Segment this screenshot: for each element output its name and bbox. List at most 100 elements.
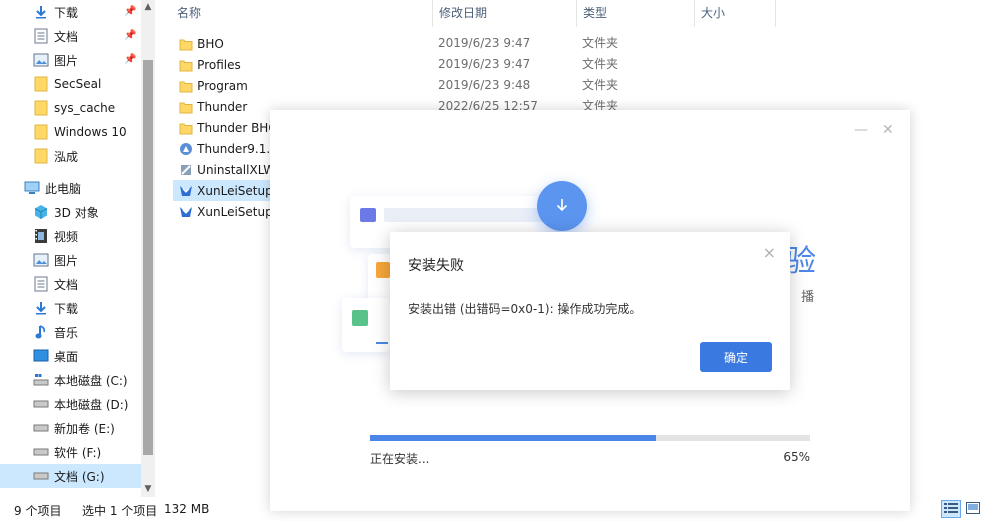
file-row[interactable]: Thunder bbox=[173, 96, 273, 117]
file-modified: 2019/6/23 9:47 bbox=[438, 36, 531, 50]
nav-item-secseal[interactable]: SecSeal bbox=[33, 72, 141, 96]
file-row[interactable]: XunLeiSetup bbox=[173, 201, 273, 222]
desktop-icon bbox=[33, 348, 49, 364]
file-row[interactable]: BHO bbox=[173, 33, 273, 54]
file-row[interactable]: XunLeiSetup bbox=[173, 180, 273, 201]
details-view-icon bbox=[944, 502, 958, 517]
column-name-label: 名称 bbox=[177, 6, 202, 20]
nav-item-label: 视频 bbox=[54, 229, 79, 244]
thunder-app-icon bbox=[178, 141, 193, 157]
install-progress-percent: 65% bbox=[783, 450, 810, 464]
file-name: Thunder9.1.2 bbox=[197, 141, 273, 156]
file-row[interactable]: UninstallXLW bbox=[173, 159, 273, 180]
install-failed-dialog: 安装失败 × 安装出错 (出错码=0x0-1): 操作成功完成。 确定 bbox=[390, 232, 790, 390]
promo-headline: 验 bbox=[786, 244, 816, 279]
scroll-up-arrow-icon[interactable]: ▲ bbox=[141, 0, 155, 14]
file-row[interactable]: Program bbox=[173, 75, 273, 96]
down-arrow-icon bbox=[555, 198, 569, 215]
selection-count: 选中 1 个项目 bbox=[82, 504, 158, 518]
nav-item-desktop[interactable]: 桌面 bbox=[33, 344, 141, 368]
image-card-icon bbox=[352, 310, 368, 326]
folder-icon bbox=[178, 57, 193, 73]
folder-icon bbox=[178, 99, 193, 115]
nav-item-label: 此电脑 bbox=[45, 181, 82, 196]
ok-button[interactable]: 确定 bbox=[700, 342, 772, 372]
nav-item-sys-cache[interactable]: sys_cache bbox=[33, 96, 141, 120]
navigation-pane: 下载 📌 文档 📌 图片 📌 SecSeal sys_cache Windows… bbox=[0, 0, 155, 497]
large-icons-view-button[interactable] bbox=[963, 500, 983, 518]
column-header-size[interactable]: 大小 bbox=[695, 0, 776, 27]
download-arrow-icon bbox=[33, 300, 49, 316]
nav-item-drive-g[interactable]: 文档 (G:) bbox=[0, 464, 141, 488]
dialog-close-icon[interactable]: × bbox=[763, 243, 776, 262]
column-modified-label: 修改日期 bbox=[439, 6, 488, 20]
drive-icon bbox=[33, 468, 49, 484]
file-row[interactable]: Profiles bbox=[173, 54, 273, 75]
nav-item-label: SecSeal bbox=[54, 77, 102, 91]
column-header-type[interactable]: 类型 bbox=[577, 0, 695, 27]
scroll-down-arrow-icon[interactable]: ▼ bbox=[141, 482, 155, 496]
pin-icon: 📌 bbox=[124, 6, 137, 17]
nav-item-drive-c[interactable]: 本地磁盘 (C:) bbox=[33, 368, 141, 392]
computer-icon bbox=[24, 180, 40, 196]
video-icon bbox=[33, 228, 49, 244]
file-row[interactable]: Thunder9.1.2 bbox=[173, 138, 273, 159]
nav-item-3d-objects[interactable]: 3D 对象 bbox=[33, 200, 141, 224]
nav-item-label: 文档 bbox=[54, 277, 79, 292]
close-icon[interactable]: ✕ bbox=[882, 122, 894, 138]
nav-item-label: 图片 bbox=[54, 253, 79, 268]
pin-icon: 📌 bbox=[124, 30, 137, 41]
scrollbar-thumb[interactable] bbox=[143, 60, 153, 455]
nav-item-drive-e[interactable]: 新加卷 (E:) bbox=[33, 416, 141, 440]
nav-item-downloads-pc[interactable]: 下载 bbox=[33, 296, 141, 320]
file-row[interactable]: Thunder BHO bbox=[173, 117, 273, 138]
nav-item-label: 文档 bbox=[54, 29, 79, 44]
nav-item-label: 下载 bbox=[54, 301, 79, 316]
dialog-message: 安装出错 (出错码=0x0-1): 操作成功完成。 bbox=[408, 302, 642, 316]
illustration-line bbox=[376, 342, 388, 344]
nav-item-label: 文档 (G:) bbox=[54, 469, 105, 484]
document-icon bbox=[33, 276, 49, 292]
nav-item-hongcheng[interactable]: 泓成 bbox=[33, 144, 141, 168]
column-type-label: 类型 bbox=[583, 6, 608, 20]
illustration-image-card bbox=[342, 298, 390, 352]
file-name: Program bbox=[197, 78, 248, 93]
sort-ascending-icon: ^ bbox=[311, 0, 320, 7]
nav-item-label: 新加卷 (E:) bbox=[54, 421, 115, 436]
nav-item-label: Windows 10 bbox=[54, 125, 127, 139]
column-header-bar: 名称 ^ 修改日期 类型 大小 bbox=[156, 0, 989, 27]
nav-scrollbar[interactable]: ▲ ▼ bbox=[141, 0, 155, 497]
nav-item-drive-d[interactable]: 本地磁盘 (D:) bbox=[33, 392, 141, 416]
column-header-modified[interactable]: 修改日期 bbox=[433, 0, 577, 27]
drive-icon bbox=[33, 420, 49, 436]
file-modified: 2019/6/23 9:47 bbox=[438, 57, 531, 71]
nav-item-this-pc[interactable]: 此电脑 bbox=[24, 176, 141, 200]
nav-item-label: 下载 bbox=[54, 5, 79, 20]
nav-item-pictures-pc[interactable]: 图片 bbox=[33, 248, 141, 272]
nav-item-documents-pc[interactable]: 文档 bbox=[33, 272, 141, 296]
file-name: UninstallXLW bbox=[197, 162, 273, 177]
selection-size: 132 MB bbox=[164, 502, 210, 516]
nav-item-windows-10[interactable]: Windows 10 bbox=[33, 120, 141, 144]
nav-item-music[interactable]: 音乐 bbox=[33, 320, 141, 344]
file-name: XunLeiSetup bbox=[197, 183, 273, 198]
pictures-icon bbox=[33, 52, 49, 68]
dialog-title: 安装失败 bbox=[408, 258, 464, 274]
file-name: Thunder BHO bbox=[197, 120, 273, 135]
minimize-icon[interactable]: — bbox=[854, 122, 868, 138]
nav-item-label: 软件 (F:) bbox=[54, 445, 102, 460]
folder-icon bbox=[33, 124, 49, 140]
file-name: Profiles bbox=[197, 57, 241, 72]
download-arrow-icon bbox=[33, 4, 49, 20]
video-card-icon bbox=[360, 208, 376, 222]
system-drive-icon bbox=[33, 372, 49, 388]
details-view-button[interactable] bbox=[941, 500, 961, 518]
nav-item-drive-f[interactable]: 软件 (F:) bbox=[33, 440, 141, 464]
nav-item-label: 本地磁盘 (D:) bbox=[54, 397, 129, 412]
nav-item-videos[interactable]: 视频 bbox=[33, 224, 141, 248]
file-type: 文件夹 bbox=[582, 78, 619, 92]
pin-icon: 📌 bbox=[124, 54, 137, 65]
nav-item-label: 3D 对象 bbox=[54, 205, 99, 220]
column-header-name[interactable]: 名称 ^ bbox=[171, 0, 433, 27]
file-name: Thunder bbox=[197, 99, 248, 114]
